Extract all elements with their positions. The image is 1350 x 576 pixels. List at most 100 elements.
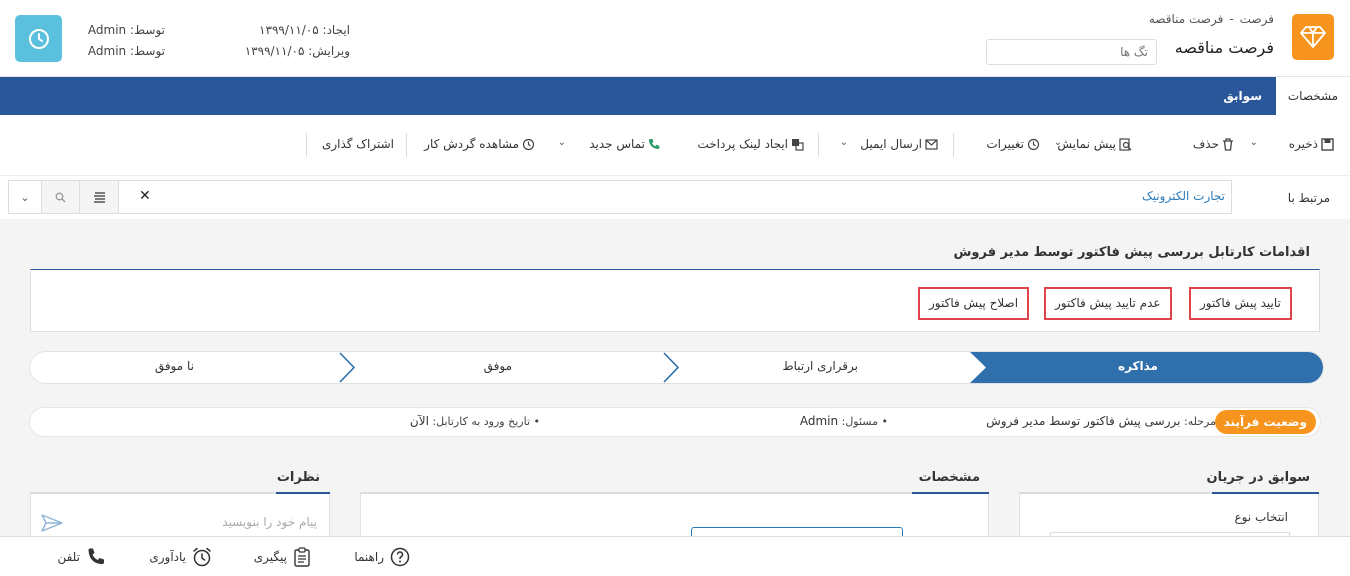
breadcrumb-item-current: فرصت مناقصه — [1148, 12, 1224, 26]
chevron-down-icon: ⌄ — [20, 190, 30, 204]
workflow-view-label: مشاهده گردش کار — [424, 137, 519, 151]
history-clock-button[interactable] — [15, 15, 62, 62]
new-contact-button[interactable]: تماس جدید — [589, 137, 660, 151]
stage-negotiation[interactable]: مذاکره — [1118, 359, 1158, 373]
related-to-row: مرتبط با تجارت الکترونیک ✕ ⌄ — [0, 175, 1350, 219]
page-title: فرصت مناقصه — [1174, 38, 1274, 57]
toolbar-divider — [306, 133, 307, 157]
search-icon — [55, 192, 66, 202]
tab-history[interactable]: سوابق — [1215, 77, 1270, 115]
phone-button[interactable]: تلفن — [57, 547, 106, 567]
changes-label: تغییرات — [986, 137, 1024, 151]
breadcrumb: فرصت-فرصت مناقصه — [1143, 12, 1274, 26]
process-status-badge: وضعیت فرآیند — [1214, 410, 1316, 434]
related-dropdown-button[interactable]: ⌄ — [8, 180, 42, 214]
specs-panel-title: مشخصات — [918, 470, 980, 485]
process-stage-value: بررسی پیش فاکتور توسط مدیر فروش — [986, 414, 1181, 428]
changes-button[interactable]: تغییرات — [986, 137, 1040, 151]
edited-label: ویرایش: — [308, 44, 350, 58]
clock-icon — [28, 28, 49, 49]
search-button[interactable] — [41, 180, 80, 214]
trash-icon — [1223, 137, 1233, 151]
stage-chevron-icon — [663, 352, 680, 383]
help-label: راهنما — [354, 550, 384, 564]
delete-label: حذف — [1192, 137, 1219, 151]
created-date: ۱۳۹۹/۱۱/۰۵ — [259, 23, 319, 37]
help-button[interactable]: راهنما — [354, 547, 410, 567]
created-by-label: توسط: — [129, 23, 165, 37]
send-email-label: ارسال ایمیل — [860, 137, 922, 151]
followup-label: پیگیری — [253, 550, 287, 564]
tab-bar: مشخصات سوابق — [0, 77, 1350, 115]
tab-specs[interactable]: مشخصات — [1276, 77, 1350, 115]
list-menu-button[interactable] — [79, 180, 119, 214]
save-label: ذخیره — [1288, 137, 1318, 151]
process-owner-label: • مسئول: — [841, 415, 888, 428]
created-by-value: Admin — [87, 23, 127, 37]
created-label: ایجاد: — [322, 23, 350, 37]
process-stage: مرحله: بررسی پیش فاکتور توسط مدیر فروش — [986, 414, 1216, 428]
process-entry-date: • تاریخ ورود به کارتابل: الآن — [410, 414, 540, 428]
contact-dropdown-chevron-icon[interactable]: ⌄ — [558, 137, 566, 148]
edited-info: ویرایش: ۱۳۹۹/۱۱/۰۵ — [245, 44, 350, 58]
email-dropdown-chevron-icon[interactable]: ⌄ — [840, 137, 848, 148]
stage-success[interactable]: موفق — [484, 359, 512, 373]
created-info: ایجاد: ۱۳۹۹/۱۱/۰۵ — [259, 23, 350, 37]
followup-button[interactable]: پیگیری — [254, 547, 311, 567]
reminder-label: یادآوری — [149, 550, 186, 564]
clear-icon[interactable]: ✕ — [139, 188, 151, 204]
related-value[interactable]: تجارت الکترونیک — [1142, 189, 1225, 203]
history-icon — [522, 138, 535, 150]
toolbar-divider — [953, 133, 954, 157]
phone-icon — [88, 548, 104, 564]
process-entry-label: • تاریخ ورود به کارتابل: — [432, 415, 540, 428]
page-header: فرصت-فرصت مناقصه فرصت مناقصه ایجاد: ۱۳۹۹… — [0, 0, 1350, 77]
process-entry-value: الآن — [409, 414, 429, 428]
phone-label: تلفن — [57, 550, 80, 564]
save-dropdown-chevron-icon[interactable]: ⌄ — [1250, 137, 1258, 148]
send-icon[interactable] — [41, 514, 63, 532]
magnifier-doc-icon — [1119, 137, 1132, 151]
stage-chevron-icon — [339, 352, 356, 383]
workflow-actions-title: اقدامات کارتابل بررسی پیش فاکتور توسط مد… — [953, 245, 1310, 260]
stage-contact[interactable]: برقراری ارتباط — [783, 359, 859, 373]
question-icon — [390, 547, 410, 567]
reminder-button[interactable]: یادآوری — [149, 547, 212, 567]
preview-dropdown-chevron-icon[interactable]: ⌄ — [1054, 137, 1062, 148]
select-type-label: انتخاب نوع — [1234, 510, 1288, 524]
save-button[interactable]: ذخیره — [1289, 137, 1334, 151]
related-input[interactable]: تجارت الکترونیک ✕ — [118, 180, 1232, 214]
alarm-clock-icon — [193, 547, 211, 567]
preview-button[interactable]: پیش نمایش — [1057, 137, 1132, 151]
reject-invoice-button[interactable]: عدم تایید پیش فاکتور — [1044, 287, 1172, 320]
clipboard-icon — [294, 547, 310, 567]
toolbar-divider — [818, 133, 819, 157]
edited-date: ۱۳۹۹/۱۱/۰۵ — [244, 44, 305, 58]
comments-panel-title: نظرات — [276, 470, 320, 485]
delete-button[interactable]: حذف — [1193, 137, 1234, 151]
approve-invoice-button[interactable]: تایید پیش فاکتور — [1189, 287, 1292, 320]
floppy-icon — [1321, 137, 1334, 151]
diamond-logo-icon — [1292, 14, 1334, 60]
process-owner-value: Admin — [799, 414, 839, 428]
payment-link-button[interactable]: ایجاد لینک پرداخت — [697, 137, 804, 151]
stage-failed[interactable]: نا موفق — [155, 359, 194, 373]
stage-arrow-active — [970, 352, 996, 383]
payment-link-label: ایجاد لینک پرداخت — [697, 137, 788, 151]
bottom-bar: راهنما پیگیری یادآوری تلفن — [0, 536, 1350, 576]
edited-by-value: Admin — [87, 44, 127, 58]
list-icon — [93, 191, 105, 203]
new-contact-label: تماس جدید — [589, 137, 645, 151]
related-label: مرتبط با — [1287, 191, 1330, 205]
comment-input[interactable]: پیام خود را بنویسید — [222, 515, 317, 529]
link-icon — [792, 138, 804, 151]
created-by-info: توسط: Admin — [88, 23, 165, 37]
send-email-button[interactable]: ارسال ایمیل — [860, 137, 938, 151]
workflow-view-button[interactable]: مشاهده گردش کار — [424, 137, 535, 151]
edited-by-label: توسط: — [129, 44, 165, 58]
share-button[interactable]: اشتراک گذاری — [322, 137, 394, 151]
phone-icon — [649, 139, 660, 149]
breadcrumb-item-root[interactable]: فرصت — [1240, 12, 1274, 26]
revise-invoice-button[interactable]: اصلاح پیش فاکتور — [918, 287, 1030, 320]
tags-input[interactable] — [986, 39, 1157, 65]
